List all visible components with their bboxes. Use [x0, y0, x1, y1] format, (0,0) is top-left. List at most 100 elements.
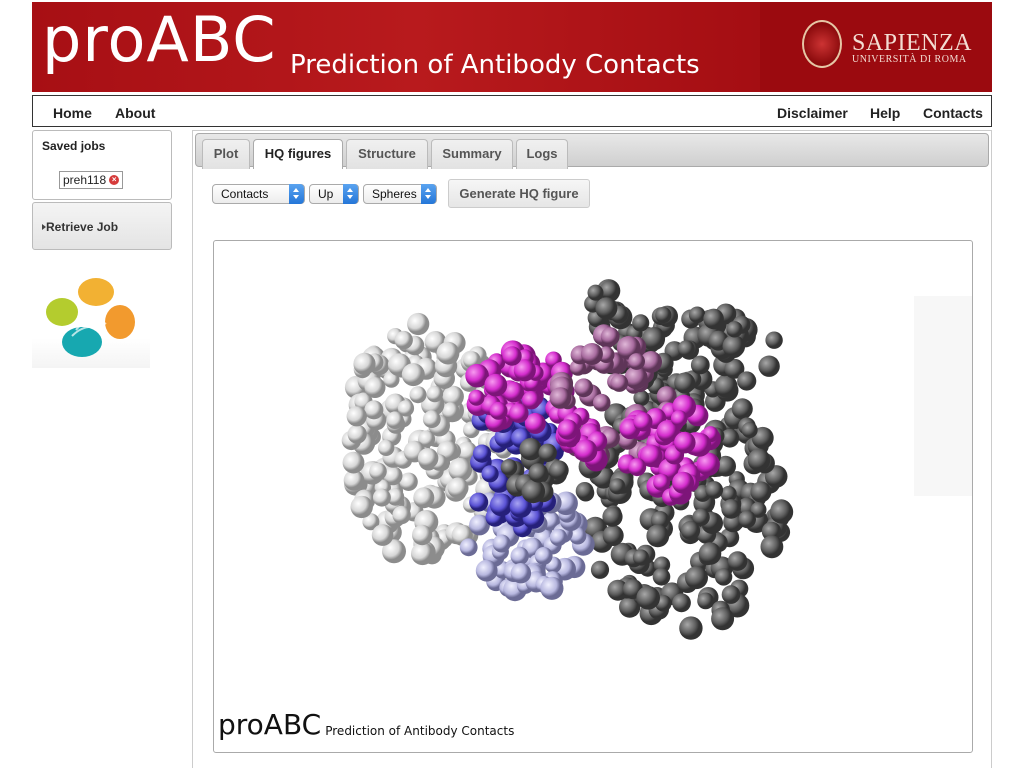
atom-sphere	[342, 451, 365, 474]
atom-sphere	[436, 341, 460, 365]
nav-disclaimer[interactable]: Disclaimer	[777, 105, 848, 121]
main-panel: Plot HQ figures Structure Summary Logs C…	[192, 130, 992, 768]
atom-sphere	[580, 343, 603, 365]
select-direction[interactable]: Up	[309, 184, 359, 204]
atom-sphere	[574, 378, 594, 398]
select-arrows-icon	[289, 184, 304, 204]
header-banner: proABC Prediction of Antibody Contacts S…	[32, 2, 992, 92]
atom-sphere	[484, 373, 508, 397]
atom-sphere	[481, 465, 499, 483]
atom-sphere	[747, 448, 771, 472]
colorful-petals-logo-icon	[46, 278, 135, 357]
atom-sphere	[697, 592, 714, 610]
atom-sphere	[590, 560, 610, 579]
atom-sphere	[549, 528, 568, 547]
atom-sphere	[760, 535, 784, 559]
saved-job-item[interactable]: preh118 ×	[59, 171, 124, 189]
atom-sphere	[534, 547, 553, 565]
atom-sphere	[731, 398, 753, 420]
select-contacts-value: Contacts	[221, 187, 269, 201]
select-direction-value: Up	[318, 187, 334, 201]
app-logo-subtitle: Prediction of Antibody Contacts	[290, 50, 700, 80]
atom-sphere	[350, 495, 373, 519]
atom-sphere	[674, 372, 696, 394]
retrieve-job-label: Retrieve Job	[46, 220, 119, 234]
nav-about[interactable]: About	[115, 105, 155, 121]
atom-sphere	[672, 471, 695, 494]
atom-sphere	[726, 321, 743, 338]
atom-sphere	[721, 585, 741, 604]
retrieve-job-panel[interactable]: Retrieve Job	[32, 202, 172, 250]
tab-hq-figures[interactable]: HQ figures	[253, 139, 343, 169]
protein-structure-image	[341, 279, 972, 640]
atom-sphere	[372, 488, 391, 507]
atom-sphere	[575, 482, 594, 500]
generate-hq-figure-button[interactable]: Generate HQ figure	[448, 179, 590, 208]
atom-sphere	[353, 352, 376, 375]
university-name: SAPIENZA	[852, 30, 973, 56]
atom-sphere	[750, 481, 772, 503]
top-navbar: Home About Disclaimer Help Contacts	[32, 95, 992, 127]
atom-sphere	[417, 448, 439, 469]
university-seal-icon	[802, 20, 842, 68]
atom-sphere	[502, 346, 522, 366]
tab-plot[interactable]: Plot	[202, 139, 250, 169]
saved-jobs-panel: Saved jobs preh118 ×	[32, 130, 172, 200]
atom-sphere	[346, 406, 367, 427]
atom-sphere	[469, 492, 489, 512]
atom-sphere	[680, 520, 701, 541]
tab-structure[interactable]: Structure	[346, 139, 428, 169]
atom-sphere	[521, 479, 546, 504]
atom-sphere	[394, 330, 413, 350]
select-arrows-icon	[343, 184, 358, 204]
atom-sphere	[609, 478, 626, 495]
atom-sphere	[670, 410, 688, 427]
select-arrows-icon	[421, 184, 436, 204]
atom-sphere	[688, 306, 706, 324]
nav-contacts[interactable]: Contacts	[923, 105, 983, 121]
atom-sphere	[758, 355, 780, 377]
university-subname: UNIVERSITÀ DI ROMA	[852, 54, 967, 65]
tab-bar: Plot HQ figures Structure Summary Logs	[195, 133, 989, 169]
nav-home[interactable]: Home	[53, 105, 92, 121]
atom-sphere	[549, 460, 569, 480]
university-logo[interactable]: SAPIENZA UNIVERSITÀ DI ROMA	[760, 2, 992, 92]
atom-sphere	[407, 312, 430, 336]
atom-sphere	[674, 431, 696, 454]
atom-sphere	[721, 499, 741, 519]
atom-sphere	[510, 563, 532, 584]
atom-sphere	[468, 389, 485, 406]
atom-sphere	[703, 308, 724, 330]
nav-help[interactable]: Help	[870, 105, 900, 121]
tab-logs[interactable]: Logs	[516, 139, 568, 169]
tab-summary[interactable]: Summary	[431, 139, 513, 169]
select-representation[interactable]: Spheres	[363, 184, 437, 204]
atom-sphere	[722, 335, 746, 358]
atom-sphere	[698, 542, 722, 565]
atom-sphere	[538, 443, 557, 462]
atom-sphere	[549, 387, 572, 409]
atom-sphere	[714, 568, 733, 586]
atom-sphere	[500, 459, 518, 476]
atom-sphere	[765, 331, 783, 349]
atom-sphere	[679, 616, 703, 640]
atom-sphere	[364, 377, 386, 398]
figure-caption: proABC Prediction of Antibody Contacts	[218, 709, 514, 741]
atom-sphere	[378, 439, 395, 456]
atom-sphere	[347, 424, 367, 444]
atom-sphere	[364, 400, 384, 420]
atom-sphere	[592, 393, 611, 412]
delete-job-icon[interactable]: ×	[109, 175, 120, 185]
figure-caption-title: proABC	[218, 708, 322, 741]
atom-sphere	[413, 487, 435, 509]
atom-sphere	[628, 353, 645, 370]
atom-sphere	[595, 297, 618, 320]
atom-sphere	[633, 412, 653, 432]
atom-sphere	[602, 525, 624, 546]
atom-sphere	[727, 551, 748, 571]
atom-sphere	[519, 438, 542, 461]
atom-sphere	[690, 355, 710, 375]
atom-sphere	[632, 549, 650, 566]
select-contacts[interactable]: Contacts	[212, 184, 305, 204]
atom-sphere	[672, 593, 691, 613]
